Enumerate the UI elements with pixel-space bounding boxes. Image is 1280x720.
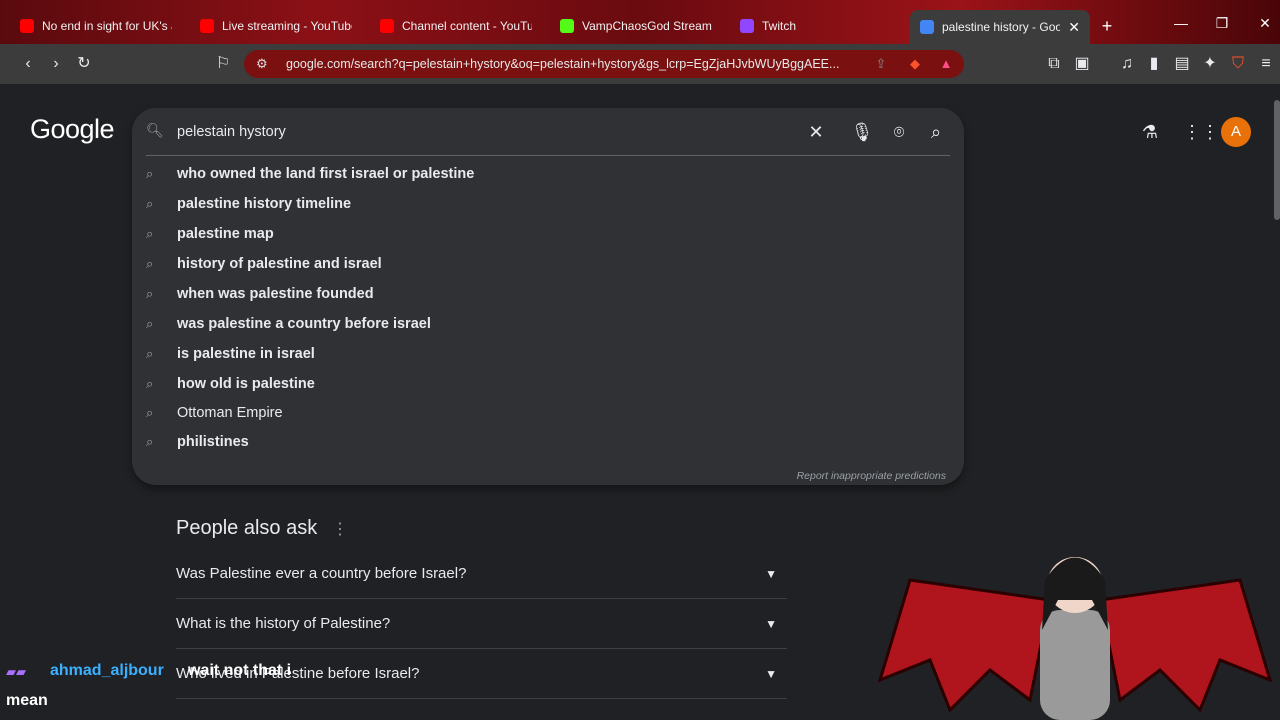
address-bar[interactable]: ⚙ google.com/search?q=pelestain+hystory&…: [244, 50, 964, 78]
divider: [146, 155, 950, 156]
restore-button[interactable]: ❐: [1207, 15, 1237, 32]
clear-search-button[interactable]: ✕: [804, 120, 828, 144]
brave-rewards-icon[interactable]: ▲: [936, 54, 956, 74]
tab-title: palestine history - Goo: [942, 20, 1061, 34]
suggestion-text: Ottoman Empire: [177, 405, 283, 421]
search-suggestion[interactable]: ⌕ when was palestine founded: [132, 280, 964, 308]
chevron-down-icon[interactable]: ▼: [765, 667, 777, 681]
search-icon: ⌕: [146, 226, 154, 241]
youtube-icon: [20, 19, 34, 33]
labs-icon[interactable]: ⚗: [1138, 120, 1162, 144]
more-options-icon[interactable]: ⋮: [332, 519, 348, 539]
search-input[interactable]: [177, 120, 777, 144]
tab-0[interactable]: No end in sight for UK's as: [10, 12, 182, 40]
tab-title: Live streaming - YouTube S: [222, 19, 352, 33]
search-icon: ⌕: [146, 286, 154, 301]
kick-icon: [560, 19, 574, 33]
suggestion-text: when was palestine founded: [177, 286, 374, 302]
search-suggestion[interactable]: ⌕ palestine map: [132, 220, 964, 248]
search-suggestion[interactable]: ⌕ was palestine a country before israel: [132, 310, 964, 338]
search-icon: ⌕: [146, 405, 154, 420]
tab-title: Twitch: [762, 19, 797, 33]
avatar[interactable]: A: [1221, 117, 1251, 147]
search-icon: ⌕: [146, 434, 154, 449]
brave-shield-icon[interactable]: ◆: [905, 54, 925, 74]
search-suggestion[interactable]: ⌕ is palestine in israel: [132, 340, 964, 368]
site-info-icon[interactable]: ⚙: [256, 56, 274, 72]
search-suggestion[interactable]: ⌕ Ottoman Empire: [132, 399, 964, 427]
youtube-icon: [380, 19, 394, 33]
sidebar-icon[interactable]: ▮: [1142, 52, 1166, 76]
suggestion-text: history of palestine and israel: [177, 256, 382, 272]
suggestion-text: palestine map: [177, 226, 274, 242]
tab-2[interactable]: Channel content - YouTube: [370, 12, 542, 40]
chevron-down-icon[interactable]: ▼: [765, 617, 777, 631]
scrollbar[interactable]: [1274, 100, 1280, 220]
media-icon[interactable]: ♫: [1115, 52, 1139, 76]
apps-grid-icon[interactable]: ⋮⋮: [1183, 120, 1219, 144]
report-predictions-link[interactable]: Report inappropriate predictions: [797, 470, 946, 482]
tab-title: VampChaosGod Stream - K: [582, 19, 712, 33]
search-suggestion[interactable]: ⌕ how old is palestine: [132, 370, 964, 398]
search-suggestion[interactable]: ⌕ palestine history timeline: [132, 190, 964, 218]
search-icon: ⌕: [146, 166, 154, 181]
paa-question-text: Was Palestine ever a country before Isra…: [176, 565, 467, 582]
share-icon[interactable]: ⇪: [871, 54, 891, 74]
menu-icon[interactable]: ≡: [1254, 52, 1278, 76]
back-button[interactable]: ‹: [16, 52, 40, 76]
tab-3[interactable]: VampChaosGod Stream - K: [550, 12, 722, 40]
forward-button[interactable]: ›: [44, 52, 68, 76]
paa-question[interactable]: Was Palestine ever a country before Isra…: [176, 549, 787, 599]
google-icon: [920, 20, 934, 34]
paa-question-text: What is the history of Palestine?: [176, 615, 391, 632]
search-icon: 🔍︎: [146, 122, 164, 138]
close-window-button[interactable]: ✕: [1250, 15, 1280, 32]
search-suggestion[interactable]: ⌕ who owned the land first israel or pale…: [132, 160, 964, 188]
suggestion-text: palestine history timeline: [177, 196, 352, 212]
close-tab-icon[interactable]: ✕: [1068, 19, 1080, 36]
chat-username: ahmad_aljbour: [50, 662, 164, 679]
search-suggestion[interactable]: ⌕ philistines: [132, 428, 964, 456]
screenshot-icon[interactable]: ▣: [1070, 52, 1094, 76]
minimize-button[interactable]: —: [1166, 15, 1196, 31]
chat-badges-icon: ▰▰: [6, 664, 26, 679]
search-icon: ⌕: [146, 196, 154, 211]
voice-search-icon[interactable]: 🎙︎: [850, 120, 874, 144]
suggestion-text: who owned the land first israel or pales…: [177, 166, 475, 182]
search-icon: ⌕: [146, 256, 154, 271]
extensions-icon[interactable]: ⧉: [1042, 52, 1066, 76]
paa-question[interactable]: What is the history of Palestine? ▼: [176, 599, 787, 649]
search-row: 🔍︎ ✕ 🎙︎ ⌾ ⌕: [132, 108, 964, 156]
twitch-icon: [740, 19, 754, 33]
search-submit-icon[interactable]: ⌕: [924, 120, 948, 144]
people-also-ask-title: People also ask: [176, 517, 318, 539]
suggestion-text: how old is palestine: [177, 376, 315, 392]
search-icon: ⌕: [146, 346, 154, 361]
google-logo[interactable]: Google: [30, 114, 115, 145]
chat-message: wait not that i: [188, 662, 292, 679]
wallet-icon[interactable]: ▤: [1170, 52, 1194, 76]
vtuber-avatar-image: [877, 557, 1273, 720]
url-text: google.com/search?q=pelestain+hystory&oq…: [286, 57, 840, 71]
reload-button[interactable]: ↻: [72, 52, 96, 76]
tab-4[interactable]: Twitch: [730, 12, 902, 40]
suggestion-text: was palestine a country before israel: [177, 316, 431, 332]
chat-message-continued: mean: [6, 692, 48, 709]
search-box-dropdown: 🔍︎ ✕ 🎙︎ ⌾ ⌕ ⌕ who owned the land first is…: [132, 108, 964, 485]
search-icon: ⌕: [146, 316, 154, 331]
search-icon: ⌕: [146, 376, 154, 391]
chevron-down-icon[interactable]: ▼: [765, 567, 777, 581]
youtube-icon: [200, 19, 214, 33]
lens-search-icon[interactable]: ⌾: [887, 120, 911, 144]
tab-1[interactable]: Live streaming - YouTube S: [190, 12, 362, 40]
suggestion-text: philistines: [177, 434, 249, 450]
tab-title: Channel content - YouTube: [402, 19, 532, 33]
bookmark-icon[interactable]: ⚐: [211, 52, 235, 76]
suggestion-text: is palestine in israel: [177, 346, 315, 362]
search-suggestion[interactable]: ⌕ history of palestine and israel: [132, 250, 964, 278]
tab-title: No end in sight for UK's as: [42, 19, 172, 33]
leo-ai-icon[interactable]: ✦: [1198, 52, 1222, 76]
new-tab-button[interactable]: +: [1096, 15, 1118, 37]
vpn-icon[interactable]: ⛉: [1226, 52, 1250, 76]
